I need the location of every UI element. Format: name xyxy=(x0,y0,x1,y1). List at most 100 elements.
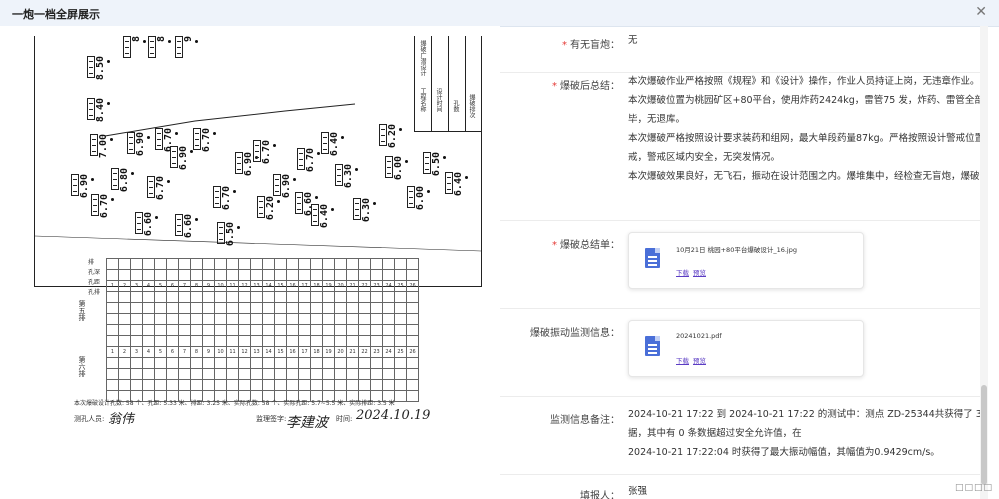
summary-text: 本次爆破作业严格按照《规程》和《设计》操作，作业人员持证上岗，无违章作业。 本次… xyxy=(628,72,980,186)
scrollbar-thumb[interactable] xyxy=(981,385,987,485)
table-cell xyxy=(334,258,347,270)
table-row: 1 2 3 4 5 6 7 8 9 10 11 12 13 14 15 16 17 18 19 20 21 22 23 24 2… xyxy=(106,346,419,358)
vibration-file-card[interactable]: 20241021.pdf 下载 预览 xyxy=(628,320,864,377)
table-cell xyxy=(178,291,191,303)
table-cell xyxy=(142,335,155,347)
table-cell xyxy=(250,379,263,391)
table-cell xyxy=(118,368,131,380)
table-cell: 24 xyxy=(382,280,395,292)
table-cell xyxy=(154,368,167,380)
table-cell xyxy=(250,335,263,347)
table-cell xyxy=(154,269,167,281)
table-cell xyxy=(214,258,227,270)
table-cell xyxy=(238,269,251,281)
table-cell xyxy=(130,368,143,380)
table-cell: 13 xyxy=(250,280,263,292)
table-cell xyxy=(406,379,419,391)
table-cell xyxy=(298,269,311,281)
download-link[interactable]: 下载 xyxy=(676,357,689,365)
table-cell xyxy=(382,258,395,270)
table-cell xyxy=(106,258,119,270)
table-cell: 3 xyxy=(130,346,143,358)
table-cell xyxy=(274,258,287,270)
blast-hole: 6.30 xyxy=(335,164,358,188)
hole-marker xyxy=(87,98,95,120)
table-cell xyxy=(370,357,383,369)
monitor-note-line: 据，其中有 0 条数据超过安全允许值，在 xyxy=(628,428,802,439)
monitor-note-line: 2024-10-21 17:22 到 2024-10-21 17:22 的测试中… xyxy=(628,409,980,420)
hole-value: 6.70 xyxy=(155,176,166,201)
table-cell: 25 xyxy=(394,280,407,292)
table-cell xyxy=(274,313,287,325)
hole-dot xyxy=(465,176,468,179)
preview-link[interactable]: 预览 xyxy=(693,269,706,277)
table-cell xyxy=(346,313,359,325)
blast-hole: 6.60 xyxy=(175,214,198,238)
summary-label: * 爆破后总结： xyxy=(552,77,620,92)
download-link[interactable]: 下载 xyxy=(676,269,689,277)
table-cell xyxy=(298,302,311,314)
table-cell xyxy=(262,258,275,270)
summary-line: 本次爆破效果良好，无飞石，振动在设计范围之内。爆堆集中，经检查无盲炮，爆破作业安… xyxy=(628,171,980,182)
table-cell xyxy=(394,379,407,391)
hole-marker xyxy=(91,194,99,216)
table-cell xyxy=(334,368,347,380)
table-cell xyxy=(310,302,323,314)
table-cell xyxy=(118,357,131,369)
table-cell: 20 xyxy=(334,280,347,292)
table-cell xyxy=(274,357,287,369)
table-cell xyxy=(274,291,287,303)
table-cell xyxy=(142,368,155,380)
hole-dot xyxy=(110,138,113,141)
table-cell xyxy=(214,324,227,336)
table-cell xyxy=(154,357,167,369)
summary-sheet-file-name: 10月21日 桃园+80平台爆破设计_16.jpg xyxy=(676,246,797,254)
table-cell xyxy=(214,269,227,281)
table-cell xyxy=(394,390,407,402)
hole-marker xyxy=(148,36,156,58)
table-cell xyxy=(202,379,215,391)
table-cell: 20 xyxy=(334,346,347,358)
summary-sheet-file-card[interactable]: 10月21日 桃园+80平台爆破设计_16.jpg 下载 预览 xyxy=(628,232,864,289)
time-handwritten: 2024.10.19 xyxy=(356,408,431,423)
table-cell: 18 xyxy=(310,346,323,358)
table-cell: 2 xyxy=(118,346,131,358)
hole-value: 8 xyxy=(131,36,142,43)
table-cell xyxy=(382,368,395,380)
table-cell xyxy=(130,335,143,347)
table-cell xyxy=(190,357,203,369)
table-cell xyxy=(334,313,347,325)
table-cell xyxy=(166,269,179,281)
table-cell xyxy=(322,335,335,347)
table-cell: 17 xyxy=(298,280,311,292)
preview-link[interactable]: 预览 xyxy=(693,357,706,365)
hole-value: 6.30 xyxy=(361,198,372,223)
corner-text: □□□□ xyxy=(954,483,993,493)
close-icon[interactable]: ✕ xyxy=(975,4,987,20)
blast-hole: 8.40 xyxy=(87,98,110,122)
table-cell xyxy=(142,357,155,369)
table-cell xyxy=(226,357,239,369)
table-cell xyxy=(106,324,119,336)
table-cell xyxy=(286,335,299,347)
summary-line: 毕，无退库。 xyxy=(628,114,686,125)
table-cell xyxy=(358,313,371,325)
table-cell xyxy=(154,291,167,303)
table-cell xyxy=(346,379,359,391)
row-label-6: 第六排 xyxy=(78,356,86,377)
blast-hole: 6.00 xyxy=(385,156,408,180)
table-cell xyxy=(322,324,335,336)
hole-dot xyxy=(341,136,344,139)
table-cell xyxy=(106,379,119,391)
table-cell xyxy=(106,291,119,303)
hole-dot xyxy=(373,202,376,205)
hole-dot xyxy=(155,216,158,219)
table-cell xyxy=(358,379,371,391)
table-cell xyxy=(118,258,131,270)
table-cell xyxy=(358,258,371,270)
hole-dot xyxy=(443,156,446,159)
blast-record-table: 1 2 3 4 5 6 7 8 9 10 11 12 13 14 15 16 17 18 19 20 21 22 23 24 2… xyxy=(106,258,419,402)
misfire-label: * 有无盲炮： xyxy=(562,36,620,51)
misfire-section: * 有无盲炮： 无 xyxy=(500,26,980,73)
table-cell xyxy=(382,379,395,391)
